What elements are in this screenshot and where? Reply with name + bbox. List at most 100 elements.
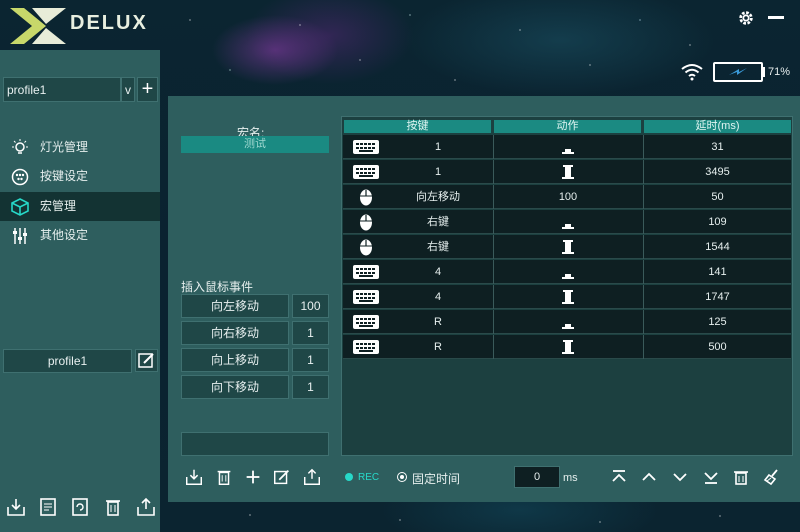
keyboard-icon <box>353 315 379 329</box>
logo-text: DELUX <box>70 12 148 34</box>
key-press-icon <box>562 224 574 230</box>
settings-gear-icon[interactable] <box>737 9 755 27</box>
mouse-icon <box>360 214 372 231</box>
macro-toolbar <box>181 465 329 489</box>
edit-icon[interactable] <box>272 467 292 487</box>
delay-cell: 50 <box>711 191 724 203</box>
trash-icon[interactable] <box>102 496 124 518</box>
action-text: 100 <box>558 191 578 203</box>
export-icon[interactable] <box>302 467 322 487</box>
sidebar-item-macro[interactable]: 宏管理 <box>0 192 160 221</box>
move-left-button[interactable]: 向左移动 <box>181 294 289 318</box>
key-cell: 4 <box>434 291 442 303</box>
table-row[interactable]: 1 3495 <box>343 160 791 184</box>
delay-cell: 1544 <box>705 241 730 253</box>
delay-cell: 31 <box>711 141 724 153</box>
clear-icon[interactable] <box>763 468 781 486</box>
move-right-value[interactable]: 1 <box>292 321 329 345</box>
table-row[interactable]: 4 1747 <box>343 285 791 309</box>
key-release-icon <box>562 290 574 305</box>
cube-icon <box>11 198 29 216</box>
wifi-icon <box>681 64 703 81</box>
column-header-delay: 延时(ms) <box>644 120 791 133</box>
move-right-button[interactable]: 向右移动 <box>181 321 289 345</box>
delay-cell: 109 <box>708 216 727 228</box>
minimize-button[interactable] <box>768 16 784 19</box>
mouse-icon <box>360 239 372 256</box>
key-release-icon <box>562 240 574 255</box>
profile-name-field[interactable]: profile1 <box>3 349 132 373</box>
import-icon[interactable] <box>5 496 27 518</box>
move-up-icon[interactable] <box>640 468 658 486</box>
mouse-icon <box>360 189 372 206</box>
sidebar-item-other[interactable]: 其他设定 <box>0 221 160 250</box>
table-row[interactable]: 右键 1544 <box>343 235 791 259</box>
sidebar-item-buttons[interactable]: 按键设定 <box>0 162 160 191</box>
record-indicator[interactable] <box>345 473 353 481</box>
import-icon[interactable] <box>184 467 204 487</box>
column-header-key: 按键 <box>344 120 491 133</box>
move-down-button[interactable]: 向下移动 <box>181 375 289 399</box>
fixed-time-label: 固定时间 <box>412 472 461 486</box>
trash-icon[interactable] <box>214 467 234 487</box>
move-down-icon[interactable] <box>671 468 689 486</box>
trash-icon[interactable] <box>732 468 750 486</box>
key-release-icon <box>562 165 574 180</box>
delay-cell: 3495 <box>705 166 730 178</box>
table-row[interactable]: 向左移动 100 50 <box>343 185 791 209</box>
action-cell <box>494 235 642 259</box>
delay-unit-label: ms <box>563 472 578 484</box>
battery-tip <box>761 67 765 77</box>
profile-dropdown-caret[interactable]: v <box>121 77 135 102</box>
lightbulb-icon <box>12 139 28 154</box>
record-label[interactable]: REC <box>358 472 379 483</box>
key-cell: 向左移动 <box>416 191 460 203</box>
macro-events-table: 按键 动作 延时(ms) 1 31 1 3495 向左移动 100 50 右键 109 右键 154… <box>341 116 793 456</box>
fixed-time-radio[interactable] <box>397 472 407 482</box>
key-cell: R <box>434 341 442 353</box>
charging-bolt-icon <box>729 68 747 75</box>
add-profile-button[interactable]: + <box>137 77 158 102</box>
profile-select[interactable]: profile1 <box>3 77 121 102</box>
key-press-icon <box>562 149 574 155</box>
battery-icon <box>713 62 763 82</box>
action-cell <box>494 210 642 234</box>
move-up-button[interactable]: 向上移动 <box>181 348 289 372</box>
keyboard-icon <box>353 140 379 154</box>
move-down-value[interactable]: 1 <box>292 375 329 399</box>
move-up-value[interactable]: 1 <box>292 348 329 372</box>
fixed-delay-input[interactable]: 0 <box>514 466 560 488</box>
plus-icon[interactable] <box>243 467 263 487</box>
keyboard-icon <box>353 340 379 354</box>
move-bottom-icon[interactable] <box>702 468 720 486</box>
table-row[interactable]: 1 31 <box>343 135 791 159</box>
table-row[interactable]: R 125 <box>343 310 791 334</box>
sidebar-item-label: 其他设定 <box>40 228 89 242</box>
move-top-icon[interactable] <box>610 468 628 486</box>
key-release-icon <box>562 340 574 355</box>
insert-mouse-event-label: 插入鼠标事件 <box>181 280 254 294</box>
action-cell <box>494 335 642 359</box>
delay-cell: 500 <box>708 341 727 353</box>
keyboard-icon <box>353 165 379 179</box>
macro-name-input[interactable]: 测试 <box>181 136 329 153</box>
refresh-icon[interactable] <box>69 496 91 518</box>
action-cell <box>494 285 642 309</box>
table-row[interactable]: 4 141 <box>343 260 791 284</box>
sidebar-toolbar <box>0 488 160 532</box>
edit-profile-button[interactable] <box>135 349 158 372</box>
battery-percent: 71% <box>768 66 791 78</box>
key-press-icon <box>562 324 574 330</box>
sidebar-item-label: 宏管理 <box>40 199 77 213</box>
table-row[interactable]: 右键 109 <box>343 210 791 234</box>
sidebar-item-label: 按键设定 <box>40 169 89 183</box>
keyboard-icon <box>353 265 379 279</box>
action-cell <box>494 310 642 334</box>
document-icon[interactable] <box>37 496 59 518</box>
move-left-value[interactable]: 100 <box>292 294 329 318</box>
sidebar-item-lighting[interactable]: 灯光管理 <box>0 133 160 162</box>
export-icon[interactable] <box>135 496 157 518</box>
macro-list-field[interactable] <box>181 432 329 456</box>
key-cell: R <box>434 316 442 328</box>
table-row[interactable]: R 500 <box>343 335 791 359</box>
